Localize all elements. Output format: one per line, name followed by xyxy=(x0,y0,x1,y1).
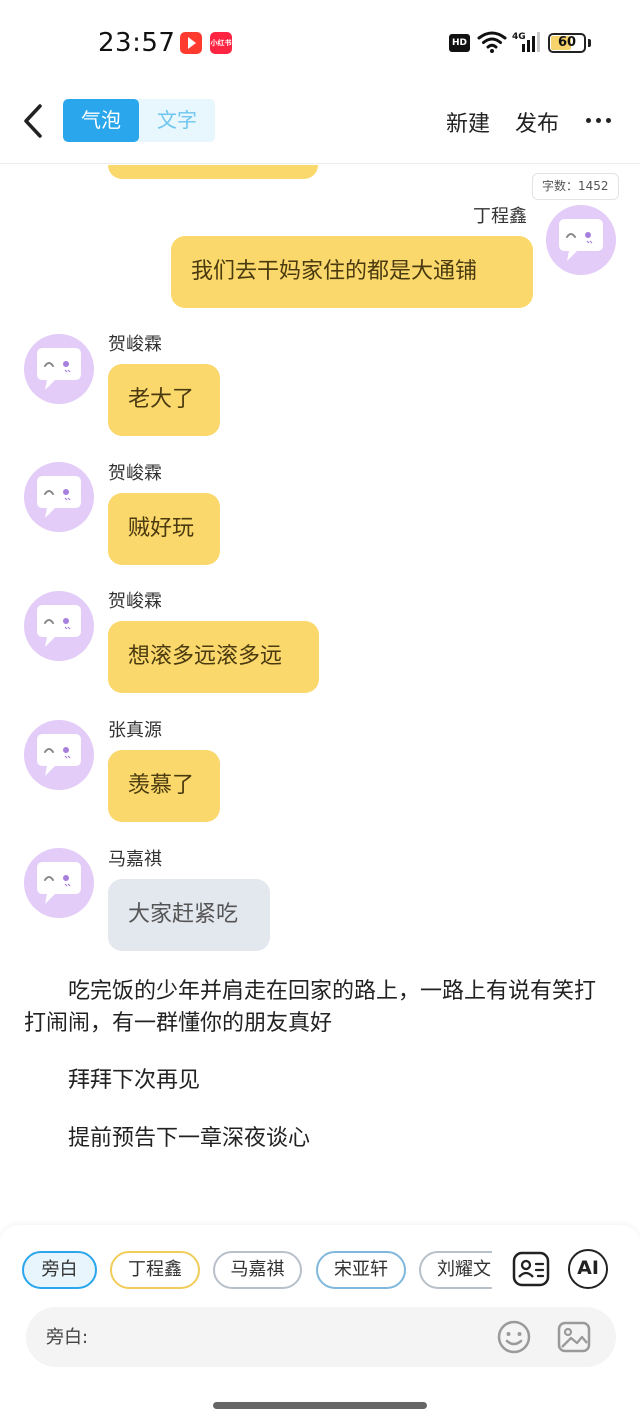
more-horizontal-icon[interactable] xyxy=(585,108,613,132)
word-count-badge: 字数：1452 xyxy=(532,173,619,200)
cellular-signal-icon: 4G xyxy=(512,32,540,52)
message-bubble[interactable]: 老大了 xyxy=(108,364,220,436)
chat-bubble-face-icon xyxy=(37,476,81,518)
wifi-icon xyxy=(477,31,507,53)
composer-panel: 旁白 丁程鑫 马嘉祺 宋亚轩 刘耀文 AI 旁白: xyxy=(0,1225,640,1422)
new-button[interactable]: 新建 xyxy=(446,106,490,138)
message-bubble[interactable]: 想滚多远滚多远 xyxy=(108,621,319,693)
battery-cap xyxy=(588,39,591,47)
app-screen: 23:57 小红书 HD 4G 60 气泡 文字 新建 发布 字数：1452 丁… xyxy=(0,0,640,1422)
chat-bubble-face-icon xyxy=(37,605,81,647)
video-app-icon xyxy=(180,32,202,54)
role-selector: 旁白 丁程鑫 马嘉祺 宋亚轩 刘耀文 xyxy=(22,1249,492,1291)
top-nav-bar: 气泡 文字 新建 发布 xyxy=(0,88,640,164)
narration-paragraph[interactable]: 吃完饭的少年并肩走在回家的路上，一路上有说有笑打打闹闹，有一群懂你的朋友真好 xyxy=(24,976,614,1040)
avatar[interactable] xyxy=(24,591,94,661)
message-speaker: 张真源 xyxy=(108,720,162,741)
avatar[interactable] xyxy=(24,334,94,404)
tab-bubble[interactable]: 气泡 xyxy=(63,99,139,142)
message-bubble[interactable]: 我们去干妈家住的都是大通铺 xyxy=(171,236,533,308)
message-bubble[interactable]: 贼好玩 xyxy=(108,493,220,565)
xiaohongshu-app-icon: 小红书 xyxy=(210,32,232,54)
avatar[interactable] xyxy=(24,848,94,918)
status-time: 23:57 xyxy=(98,28,176,58)
role-chip-narrator[interactable]: 旁白 xyxy=(22,1251,97,1289)
message-input[interactable]: 旁白: xyxy=(26,1307,616,1367)
chevron-left-icon[interactable] xyxy=(18,102,48,140)
chat-bubble-face-icon xyxy=(37,734,81,776)
image-icon[interactable] xyxy=(556,1319,592,1355)
home-indicator[interactable] xyxy=(213,1402,427,1409)
message-speaker: 贺峻霖 xyxy=(108,591,162,612)
hd-icon: HD xyxy=(449,34,470,52)
message-speaker: 贺峻霖 xyxy=(108,334,162,355)
avatar[interactable] xyxy=(24,720,94,790)
chat-bubble-face-icon xyxy=(559,219,603,261)
message-speaker: 马嘉祺 xyxy=(108,849,162,870)
message-bubble[interactable]: 羡慕了 xyxy=(108,750,220,822)
chat-area[interactable]: 字数：1452 丁程鑫 我们去干妈家住的都是大通铺 贺峻霖 老大了 贺峻霖 贼好… xyxy=(0,165,640,1225)
role-chip[interactable]: 刘耀文 xyxy=(419,1251,492,1289)
battery-icon: 60 xyxy=(548,33,586,53)
input-role-label: 旁白: xyxy=(46,1327,89,1348)
publish-button[interactable]: 发布 xyxy=(515,106,559,138)
message-bubble-partial[interactable] xyxy=(108,165,318,179)
narration-paragraph[interactable]: 拜拜下次再见 xyxy=(24,1065,614,1097)
emoji-icon[interactable] xyxy=(496,1319,532,1355)
chat-bubble-face-icon xyxy=(37,348,81,390)
battery-level: 60 xyxy=(557,35,577,50)
role-chip[interactable]: 马嘉祺 xyxy=(213,1251,302,1289)
status-bar: 23:57 小红书 HD 4G 60 xyxy=(0,0,640,88)
role-chip[interactable]: 丁程鑫 xyxy=(110,1251,200,1289)
mode-switch: 气泡 文字 xyxy=(63,99,215,142)
message-bubble[interactable]: 大家赶紧吃 xyxy=(108,879,270,951)
role-card-icon[interactable] xyxy=(511,1249,551,1289)
message-speaker: 贺峻霖 xyxy=(108,463,162,484)
avatar[interactable] xyxy=(546,205,616,275)
avatar[interactable] xyxy=(24,462,94,532)
network-type-label: 4G xyxy=(512,32,526,42)
message-speaker: 丁程鑫 xyxy=(473,206,527,227)
tab-text[interactable]: 文字 xyxy=(139,99,215,142)
role-chip[interactable]: 宋亚轩 xyxy=(316,1251,406,1289)
narration-paragraph[interactable]: 提前预告下一章深夜谈心 xyxy=(24,1123,614,1155)
chat-bubble-face-icon xyxy=(37,862,81,904)
ai-icon[interactable]: AI xyxy=(568,1249,608,1289)
